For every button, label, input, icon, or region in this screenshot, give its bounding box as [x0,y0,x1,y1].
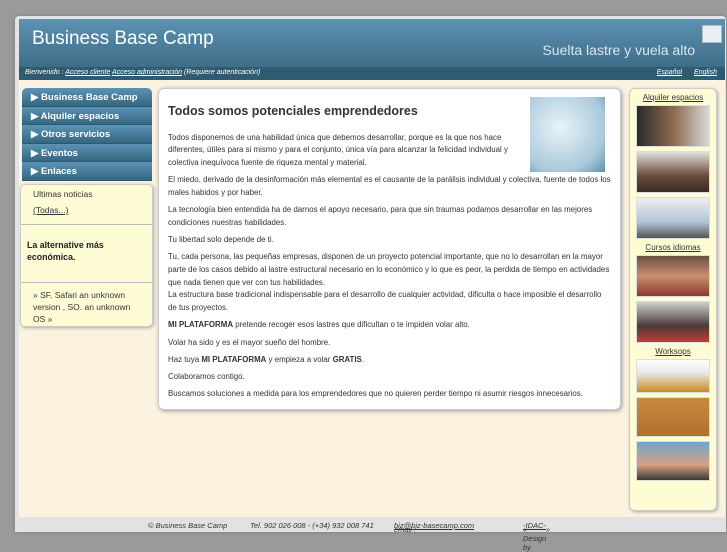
copyright: © Business Base Camp [148,521,228,530]
gratis-text: GRATIS [332,354,362,364]
lang-en-link[interactable]: English [694,69,717,76]
paragraph: Colaboramos contigo. [168,371,245,381]
header-image-icon [702,25,722,43]
menu-label: Business Base Camp [40,92,138,103]
welcome-label: Bienvenido : [25,69,64,76]
brand-text: MI PLATAFORMA [168,320,234,330]
slogan: Suelta lastre y vuela alto [542,42,695,58]
text: . [361,354,365,364]
right-sidebar: Alquiler espacios Cursos idiomas Worksop… [629,88,717,511]
text: La estructura base tradicional indispens… [168,290,602,313]
menu-item-enlaces[interactable]: ▶ Enlaces [22,162,152,181]
alquiler-espacios-link[interactable]: Alquiler espacios [630,93,716,102]
menu-item-alquiler[interactable]: ▶ Alquiler espacios [22,106,152,125]
footer: © Business Base Camp Tel. 902 026 008 - … [19,517,725,552]
browser-info: » SF. Safari an unknown version , SO. an… [33,290,131,324]
news-headline-link[interactable]: La alternative más económica. [27,240,104,262]
splash-photo[interactable] [636,359,710,393]
menu-label: Otros servicios [40,129,111,140]
news-title: Ultimas noticias [33,189,93,199]
main-article: Todos somos potenciales emprendedores To… [158,88,621,410]
site-title: Business Base Camp [32,28,214,49]
news-box: Ultimas noticias (Todas...) La alternati… [20,184,153,327]
client-access-link[interactable]: Acceso cliente [65,69,110,76]
menu-item-otros[interactable]: ▶ Otros servicios [22,125,152,144]
computer-room-photo[interactable] [636,197,710,239]
class-photo[interactable] [636,255,710,297]
menu-item-business-base-camp[interactable]: ▶ Business Base Camp [22,88,152,107]
admin-access-link[interactable]: Acceso administración [112,69,182,76]
paragraph: Buscamos soluciones a medida para los em… [168,389,583,399]
phone: Tel. 902 026 008 - (+34) 932 008 741 [250,521,374,530]
text: Haz tuya [168,354,202,364]
class-photo-2[interactable] [636,301,710,343]
paragraph: Tu libertad solo depende de ti. [168,235,274,245]
auth-note: (Requiere autenticación) [184,69,261,76]
workshops-link[interactable]: Worksops [630,347,716,356]
texture-photo[interactable] [636,397,710,437]
paragraph: Tu, cada persona, las pequeñas empresas,… [168,251,611,315]
brand-text: MI PLATAFORMA [201,354,267,364]
content-area: ▶ Business Base Camp ▶ Alquiler espacios… [19,80,725,517]
email-label: email : [394,525,417,534]
waist-photo[interactable] [636,441,710,481]
menu-label: Alquiler espacios [40,110,120,122]
lang-es-link[interactable]: Español [657,69,682,76]
meeting-room-photo[interactable] [636,151,710,193]
all-news-link[interactable]: (Todas...) [33,205,140,215]
paragraph: Haz tuya MI PLATAFORMA y empieza a volar… [168,354,611,367]
top-nav: Bienvenido : Acceso cliente Acceso admin… [19,67,725,80]
paragraph: La tecnología bien entendida ha de darno… [168,205,593,227]
header: Business Base Camp Suelta lastre y vuela… [19,19,725,67]
text: y empieza a volar [266,354,333,364]
menu-label: Enlaces [40,166,77,177]
water-drop-image [530,97,605,172]
design-end: » [545,525,551,534]
side-menu: ▶ Business Base Camp ▶ Alquiler espacios… [22,88,152,181]
cursos-idiomas-link[interactable]: Cursos idiomas [630,243,716,252]
paragraph: Volar ha sido y es el mayor sueño del ho… [168,337,331,347]
menu-item-eventos[interactable]: ▶ Eventos [22,143,152,162]
paragraph: MI PLATAFORMA pretende recoger esos last… [168,319,611,332]
page-window: Business Base Camp Suelta lastre y vuela… [15,16,726,552]
office-photo[interactable] [636,105,710,147]
text: pretende recoger esos lastres que dificu… [233,320,470,330]
design-label: « Design by [523,525,547,552]
paragraph: El miedo, derivado de la desinformación … [168,175,611,198]
text: Tu, cada persona, las pequeñas empresas,… [168,252,610,287]
menu-label: Eventos [40,147,78,159]
